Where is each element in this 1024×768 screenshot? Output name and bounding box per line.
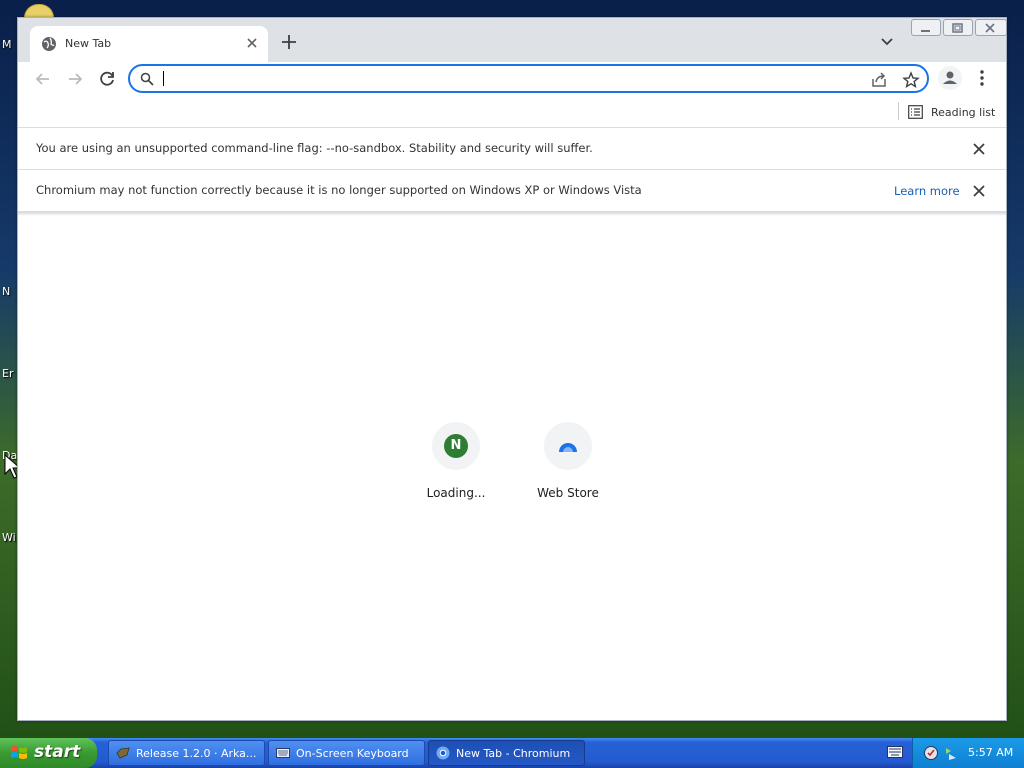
text-caret (163, 71, 164, 86)
keyboard-icon (276, 748, 290, 758)
shortcut-label: Loading... (426, 486, 486, 500)
tab-search-chevron-icon[interactable] (879, 33, 895, 49)
reading-list-icon (908, 105, 923, 119)
desktop-icon-partial[interactable] (24, 4, 54, 18)
desktop-icon-label-5[interactable]: Wi (2, 531, 16, 544)
reload-icon[interactable] (96, 68, 118, 90)
forward-arrow-icon[interactable] (64, 68, 86, 90)
tab-title: New Tab (65, 37, 112, 50)
learn-more-link[interactable]: Learn more (894, 184, 960, 198)
web-store-icon (559, 443, 577, 452)
shortcut-letter-icon: N (444, 434, 468, 458)
minimize-button[interactable] (911, 19, 941, 36)
omnibox[interactable] (128, 64, 929, 93)
bookmarks-separator (898, 102, 899, 120)
taskbar-button-chromium[interactable]: New Tab - Chromium (428, 740, 585, 766)
system-tray: 5:57 AM (912, 738, 1024, 768)
taskbar-button-label: New Tab - Chromium (456, 747, 571, 760)
omnibox-input[interactable] (162, 69, 842, 88)
close-window-button[interactable] (975, 19, 1007, 36)
reading-list-button[interactable]: Reading list (908, 101, 995, 123)
desktop-icon-label-3[interactable]: Er (2, 367, 13, 380)
infobar-sandbox-warning: You are using an unsupported command-lin… (18, 128, 1006, 170)
desktop-icon-label-2[interactable]: N (2, 285, 10, 298)
windows-flag-icon (11, 746, 27, 759)
person-icon (943, 71, 957, 84)
chromium-icon (436, 746, 450, 760)
taskbar-clock[interactable]: 5:57 AM (968, 746, 1013, 759)
infobar-message: You are using an unsupported command-lin… (36, 141, 593, 155)
taskbar-button-osk[interactable]: On-Screen Keyboard (268, 740, 425, 766)
more-menu-icon[interactable] (975, 69, 989, 87)
taskbar-button-label: Release 1.2.0 · Arka... (136, 747, 257, 760)
tab-new-tab[interactable]: New Tab (30, 26, 268, 62)
tab-close-icon[interactable] (244, 35, 260, 51)
minimize-icon (921, 30, 930, 32)
content-divider (18, 212, 1006, 216)
shortcut-tile-web-store[interactable]: Web Store (508, 422, 628, 512)
tab-strip: New Tab (18, 18, 1007, 62)
infobar-close-icon[interactable] (972, 184, 986, 198)
search-icon (140, 72, 154, 86)
restore-icon (952, 23, 963, 33)
network-icon[interactable] (943, 745, 959, 761)
language-bar-keyboard-icon[interactable] (887, 745, 903, 759)
new-tab-plus-icon[interactable] (280, 33, 298, 51)
bookmark-star-icon[interactable] (902, 71, 920, 89)
app-icon (116, 747, 130, 759)
infobar-unsupported-os: Chromium may not function correctly beca… (18, 170, 1006, 212)
browser-toolbar (18, 62, 1006, 96)
security-shield-icon[interactable] (923, 745, 939, 761)
shortcut-tile-loading[interactable]: N Loading... (396, 422, 516, 512)
browser-window: New Tab Reading list You are using an un… (17, 17, 1007, 721)
infobar-message: Chromium may not function correctly beca… (36, 183, 642, 197)
profile-avatar-button[interactable] (938, 66, 962, 90)
desktop-icon-label-1[interactable]: M (2, 38, 12, 51)
close-icon (985, 23, 995, 33)
start-label: start (34, 742, 81, 762)
shortcut-icon-circle (544, 422, 592, 470)
bookmarks-bar: Reading list (18, 96, 1006, 128)
reading-list-label: Reading list (931, 105, 996, 119)
taskbar: start Release 1.2.0 · Arka... On-Screen … (0, 738, 1024, 768)
shortcut-label: Web Store (537, 486, 599, 500)
shortcut-icon-circle: N (432, 422, 480, 470)
taskbar-button-release[interactable]: Release 1.2.0 · Arka... (108, 740, 265, 766)
share-icon[interactable] (870, 71, 888, 89)
infobar-close-icon[interactable] (972, 142, 986, 156)
globe-icon (42, 37, 56, 51)
start-button[interactable]: start (0, 738, 97, 768)
taskbar-button-label: On-Screen Keyboard (296, 747, 409, 760)
back-arrow-icon[interactable] (32, 68, 54, 90)
restore-button[interactable] (943, 19, 973, 36)
